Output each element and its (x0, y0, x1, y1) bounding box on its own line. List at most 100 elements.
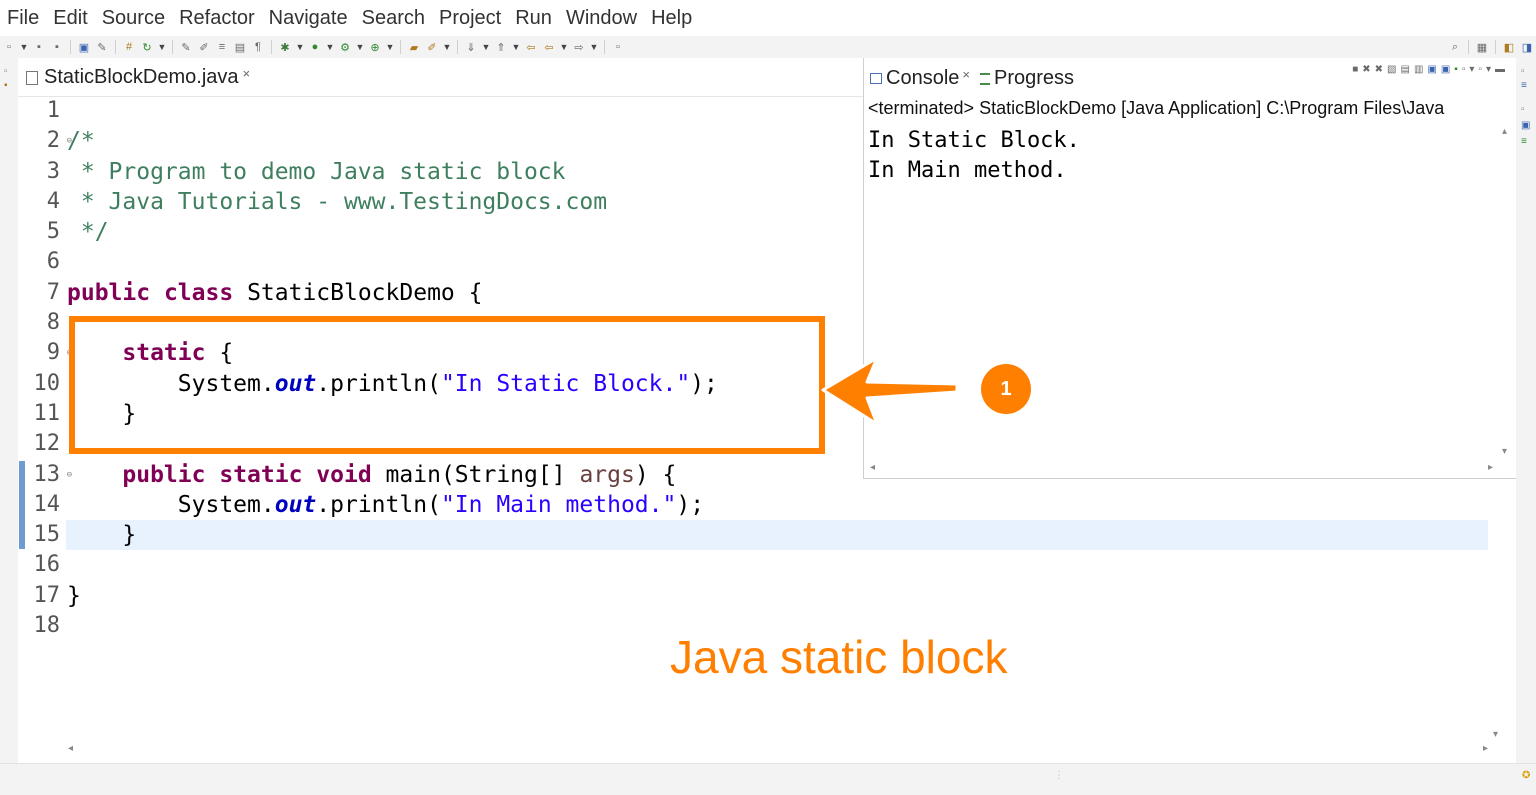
display-console-dropdown-icon[interactable]: ▾ (1469, 64, 1474, 75)
grid-icon[interactable]: # (122, 40, 136, 54)
open-task-dropdown-icon[interactable]: ▼ (443, 40, 452, 54)
remove-launch-icon[interactable]: ✖ (1362, 64, 1370, 75)
next-annotation-icon[interactable]: ⇓ (464, 40, 478, 54)
progress-icon[interactable]: ≡ (1521, 136, 1527, 147)
editor-tab[interactable]: StaticBlockDemo.java × (26, 66, 250, 89)
tab-progress-label: Progress (993, 67, 1075, 89)
pen-icon[interactable]: ✎ (95, 40, 109, 54)
debug-icon[interactable]: ✱ (278, 40, 292, 54)
close-icon[interactable]: × (962, 67, 970, 82)
search-icon[interactable]: ⌕ (1448, 40, 1462, 54)
toolbar-separator (457, 40, 458, 54)
refresh-icon[interactable]: ↻ (140, 40, 154, 54)
tab-console[interactable]: Console × (864, 67, 974, 96)
menu-help[interactable]: Help (644, 7, 699, 30)
menu-file[interactable]: File (0, 7, 46, 30)
pin-console-icon[interactable]: ▪ (1454, 64, 1458, 75)
annotation-icon[interactable]: ✎ (179, 40, 193, 54)
editor-tab-bar: StaticBlockDemo.java × (18, 58, 863, 97)
close-icon[interactable]: × (243, 66, 251, 81)
perspective-java-ee-icon[interactable]: ◧ (1502, 40, 1516, 54)
menu-navigate[interactable]: Navigate (262, 7, 355, 30)
external-tools-icon[interactable]: ⚙ (338, 40, 352, 54)
block-icon[interactable]: ▤ (233, 40, 247, 54)
editor-tab-label: StaticBlockDemo.java (44, 66, 239, 88)
run-dropdown-icon[interactable]: ▼ (326, 40, 335, 54)
forward-dropdown-icon[interactable]: ▼ (590, 40, 599, 54)
mark-icon[interactable]: ≡ (215, 40, 229, 54)
restore-icon[interactable]: ▫ (4, 66, 8, 77)
menu-refactor[interactable]: Refactor (172, 7, 262, 30)
paragraph-icon[interactable]: ¶ (251, 40, 265, 54)
scroll-lock-icon[interactable]: ▤ (1400, 64, 1409, 75)
scroll-up-icon[interactable]: ▴ (1502, 126, 1507, 137)
last-edit-icon[interactable]: ⇦ (524, 40, 538, 54)
clear-console-icon[interactable]: ▧ (1387, 64, 1396, 75)
open-console-dropdown-icon[interactable]: ▾ (1486, 64, 1491, 75)
line-number-ruler: 1 2 ⊖ 3 4 5 6 7 8 9 ⊖ 10 11 12 13 ⊖ 14 15 1… (28, 96, 73, 641)
new-icon[interactable]: ▫ (2, 40, 16, 54)
open-type-icon[interactable]: ▰ (407, 40, 421, 54)
line-number: 12 (33, 431, 61, 457)
show-on-stdout-icon[interactable]: ▣ (1427, 64, 1436, 75)
new-java-icon[interactable]: ⊕ (368, 40, 382, 54)
save-icon[interactable]: ▪ (32, 40, 46, 54)
minimize-icon[interactable]: ▬ (1495, 64, 1505, 75)
menu-project[interactable]: Project (432, 7, 508, 30)
status-separator: ⋮ (1054, 770, 1064, 781)
menu-source[interactable]: Source (95, 7, 172, 30)
back-dropdown-icon[interactable]: ▼ (560, 40, 569, 54)
run-icon[interactable]: ● (308, 40, 322, 54)
menu-run[interactable]: Run (508, 7, 559, 30)
open-console-icon[interactable]: ▫ (1478, 64, 1482, 75)
scroll-right-icon[interactable]: ▸ (1488, 462, 1493, 473)
prev-annotation-icon[interactable]: ⇑ (494, 40, 508, 54)
refresh-dropdown-icon[interactable]: ▼ (158, 40, 167, 54)
new-dropdown-icon[interactable]: ▼ (20, 40, 29, 54)
console-icon (870, 73, 882, 84)
package-explorer-icon[interactable]: ▪ (4, 80, 8, 91)
perspective-java-icon[interactable]: ◨ (1520, 40, 1534, 54)
scroll-right-icon[interactable]: ▸ (1483, 743, 1488, 754)
tab-progress[interactable]: Progress (974, 67, 1078, 96)
toolbar-separator (172, 40, 173, 54)
back-icon[interactable]: ⇦ (542, 40, 556, 54)
remove-all-launches-icon[interactable]: ✖ (1375, 64, 1383, 75)
scroll-left-icon[interactable]: ◂ (68, 743, 73, 754)
restore-icon[interactable]: ▫ (1521, 66, 1525, 77)
forward-icon[interactable]: ⇨ (572, 40, 586, 54)
debug-dropdown-icon[interactable]: ▼ (296, 40, 305, 54)
scroll-left-icon[interactable]: ◂ (870, 462, 875, 473)
external-tools-dropdown-icon[interactable]: ▼ (356, 40, 365, 54)
next-annotation-dropdown-icon[interactable]: ▼ (482, 40, 491, 54)
edit-icon[interactable]: ✐ (197, 40, 211, 54)
word-wrap-icon[interactable]: ▥ (1414, 64, 1423, 75)
scroll-down-icon[interactable]: ▾ (1502, 446, 1507, 457)
terminate-icon[interactable]: ■ (1352, 64, 1358, 75)
editor-horizontal-scrollbar[interactable]: ◂ ▸ (66, 742, 1490, 756)
save-all-icon[interactable]: ▪ (50, 40, 64, 54)
prev-annotation-dropdown-icon[interactable]: ▼ (512, 40, 521, 54)
callout-arrow-shape (821, 356, 959, 426)
outline-icon[interactable]: ≡ (1521, 80, 1527, 91)
open-perspective-icon[interactable]: ▦ (1475, 40, 1489, 54)
tip-icon[interactable]: ✪ (1522, 770, 1530, 781)
line-number: 6 (46, 249, 60, 275)
console-output[interactable]: In Static Block. In Main method. (868, 126, 1080, 186)
scroll-down-icon[interactable]: ▾ (1493, 729, 1498, 740)
status-bar: ⋮ ✪ (0, 763, 1536, 795)
console-icon[interactable]: ▣ (1521, 120, 1530, 131)
toolbar-separator (1495, 40, 1496, 54)
open-task-icon[interactable]: ✐ (425, 40, 439, 54)
right-trim-bar: ▫ ≡ ▫ ▣ ≡ (1516, 58, 1536, 763)
terminal-icon[interactable]: ▣ (77, 40, 91, 54)
pin-editor-icon[interactable]: ▫ (611, 40, 625, 54)
display-console-icon[interactable]: ▫ (1462, 64, 1466, 75)
menu-edit[interactable]: Edit (46, 7, 94, 30)
new-java-dropdown-icon[interactable]: ▼ (386, 40, 395, 54)
menu-window[interactable]: Window (559, 7, 644, 30)
menu-search[interactable]: Search (355, 7, 432, 30)
restore-icon[interactable]: ▫ (1521, 104, 1525, 115)
show-on-stderr-icon[interactable]: ▣ (1441, 64, 1450, 75)
